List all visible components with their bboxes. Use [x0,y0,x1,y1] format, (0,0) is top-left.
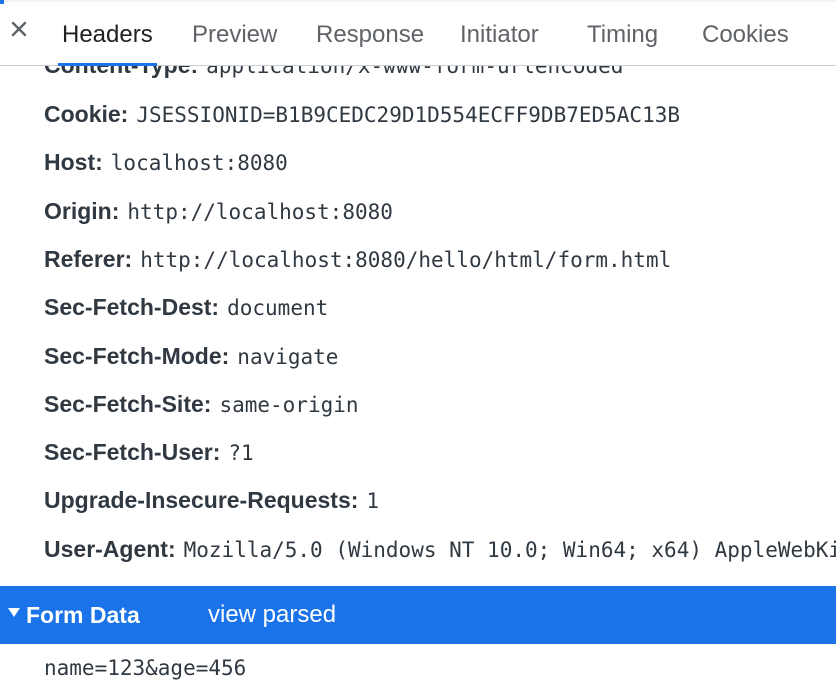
header-key: Sec-Fetch-Dest: [44,294,220,320]
header-value: localhost:8080 [110,151,288,175]
active-tab-indicator [58,63,157,66]
header-row-referer: Referer: http://localhost:8080/hello/html… [44,244,671,275]
tab-initiator[interactable]: Initiator [460,12,539,66]
form-data-body: name=123&age=456 [44,656,247,680]
header-value: same-origin [219,393,359,417]
form-data-section-header[interactable]: Form Data view parsed [0,586,836,644]
header-key: Host: [44,149,103,175]
header-key: Sec-Fetch-User: [44,439,221,465]
tab-bar: Headers Preview Response Initiator Timin… [0,4,836,66]
header-value: ?1 [228,441,254,465]
header-value: http://localhost:8080 [127,200,393,224]
close-icon[interactable] [8,18,30,40]
tab-label: Initiator [460,21,539,48]
header-key: Content-Type: [44,66,198,78]
header-value: navigate [237,345,339,369]
tab-cookies[interactable]: Cookies [702,12,789,66]
view-parsed-link[interactable]: view parsed [208,600,336,630]
header-key: Referer: [44,246,133,272]
headers-panel: Content-Type: application/x-www-form-urle… [0,66,836,696]
header-row-user-agent: User-Agent: Mozilla/5.0 (Windows NT 10.0;… [44,534,836,565]
tab-timing[interactable]: Timing [587,12,658,66]
header-row-sec-fetch-site: Sec-Fetch-Site: same-origin [44,389,359,420]
tab-label: Headers [62,21,153,48]
tab-label: Response [316,21,425,48]
header-value: JSESSIONID=B1B9CEDC29D1D554ECFF9DB7ED5AC… [136,103,680,127]
header-row-sec-fetch-mode: Sec-Fetch-Mode: navigate [44,341,338,372]
header-row-host: Host: localhost:8080 [44,147,288,178]
tab-label: Preview [192,21,278,48]
header-value: 1 [366,489,380,513]
triangle-down-icon[interactable] [6,604,22,620]
header-row-content-type: Content-Type: application/x-www-form-urle… [44,66,623,81]
header-key: Cookie: [44,101,129,127]
top-edge [0,0,836,6]
tab-preview[interactable]: Preview [192,12,277,66]
tab-label: Cookies [702,21,789,48]
header-row-upgrade-insecure-requests: Upgrade-Insecure-Requests: 1 [44,485,379,516]
header-value: document [227,296,329,320]
header-key: Origin: [44,198,120,224]
form-data-title: Form Data [26,602,140,628]
header-key: Sec-Fetch-Site: [44,391,212,417]
tab-label: Timing [587,21,659,48]
header-value: Mozilla/5.0 (Windows NT 10.0; Win64; x64… [183,538,836,562]
header-row-sec-fetch-dest: Sec-Fetch-Dest: document [44,292,328,323]
header-key: Sec-Fetch-Mode: [44,343,230,369]
tab-headers[interactable]: Headers [58,12,157,66]
tab-response[interactable]: Response [316,12,424,66]
header-row-cookie: Cookie: JSESSIONID=B1B9CEDC29D1D554ECFF9D… [44,99,680,130]
header-row-sec-fetch-user: Sec-Fetch-User: ?1 [44,437,254,468]
header-value: http://localhost:8080/hello/html/form.ht… [140,248,672,272]
header-row-origin: Origin: http://localhost:8080 [44,196,393,227]
header-key: User-Agent: [44,536,176,562]
header-key: Upgrade-Insecure-Requests: [44,487,359,513]
header-value: application/x-www-form-urlencoded [206,66,624,78]
